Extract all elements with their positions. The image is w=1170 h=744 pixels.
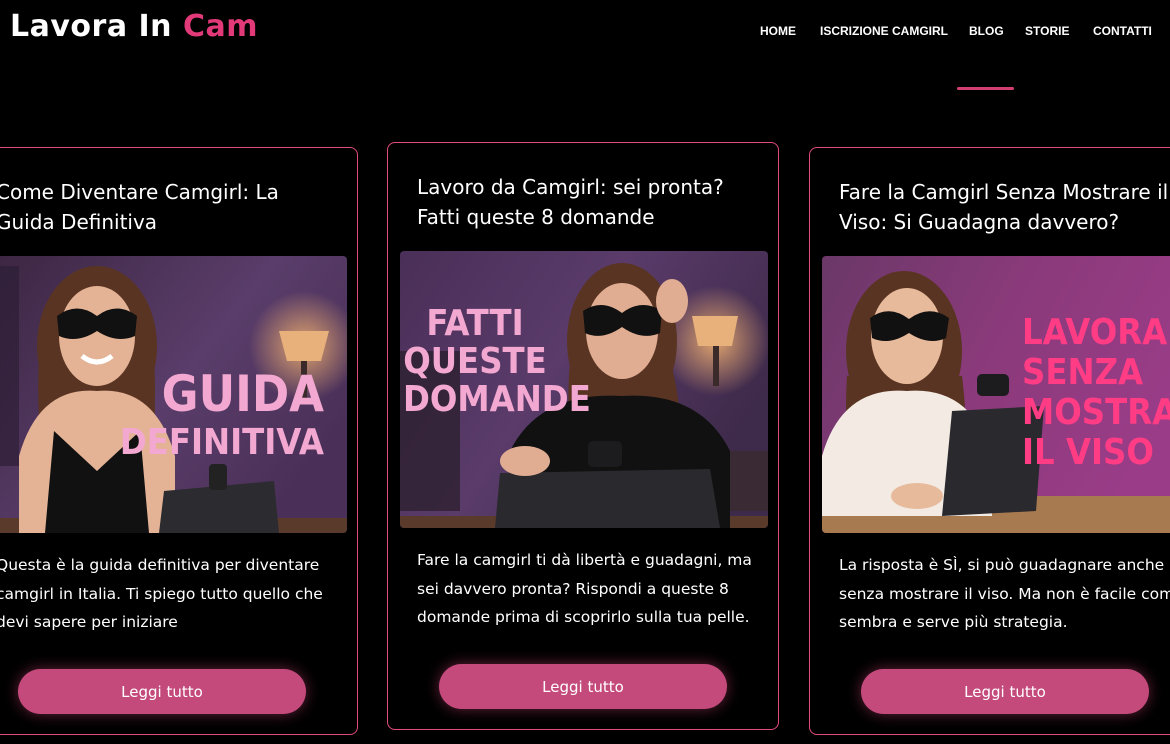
logo-text: Lavora In bbox=[10, 9, 173, 44]
card-excerpt: La risposta è SÌ, si può guadagnare anch… bbox=[839, 556, 1170, 631]
main-nav: HOME ISCRIZIONE CAMGIRL BLOG STORIE CONT… bbox=[740, 22, 1170, 42]
read-more-button[interactable]: Leggi tutto bbox=[439, 664, 727, 709]
card-title[interactable]: Lavoro da Camgirl: sei pronta? Fatti que… bbox=[417, 172, 762, 232]
nav-item-home[interactable]: HOME bbox=[760, 22, 796, 40]
card-image[interactable]: GUIDA DEFINITIVA bbox=[0, 256, 347, 533]
image-headline-1: FATTI bbox=[426, 303, 523, 344]
card-image[interactable]: FATTI QUESTE 8 DOMANDE bbox=[400, 251, 768, 528]
card-title[interactable]: Fare la Camgirl Senza Mostrare il Viso: … bbox=[839, 177, 1170, 237]
nav-active-indicator bbox=[957, 87, 1014, 90]
nav-item-contatti[interactable]: CONTATTI bbox=[1093, 22, 1152, 40]
image-headline-2: DEFINITIVA bbox=[120, 422, 324, 463]
article-card: Fare la Camgirl Senza Mostrare il Viso: … bbox=[809, 147, 1170, 735]
card-title[interactable]: Come Diventare Camgirl: La Guida Definit… bbox=[0, 177, 341, 237]
page: Lavora In Cam HOME ISCRIZIONE CAMGIRL BL… bbox=[0, 0, 1170, 744]
image-headline-2: QUESTE bbox=[403, 341, 547, 382]
site-logo[interactable]: Lavora In Cam bbox=[10, 8, 258, 46]
card-image[interactable]: LAVORARE SENZA MOSTRARE IL VISO bbox=[822, 256, 1170, 533]
image-headline-2: SENZA bbox=[1022, 352, 1143, 393]
nav-item-iscrizione-camgirl[interactable]: ISCRIZIONE CAMGIRL bbox=[820, 22, 948, 40]
nav-item-blog[interactable]: BLOG bbox=[969, 22, 1004, 40]
image-headline-1: GUIDA bbox=[162, 365, 325, 423]
card-illustration: GUIDA DEFINITIVA bbox=[0, 256, 347, 533]
image-headline-3: 8 DOMANDE bbox=[400, 379, 591, 420]
read-more-button[interactable]: Leggi tutto bbox=[861, 669, 1149, 714]
image-headline-3: MOSTRARE bbox=[1022, 392, 1170, 433]
image-headline-1: LAVORARE bbox=[1022, 312, 1170, 353]
card-illustration: FATTI QUESTE 8 DOMANDE bbox=[400, 251, 768, 528]
article-card: Lavoro da Camgirl: sei pronta? Fatti que… bbox=[387, 142, 779, 730]
card-illustration: LAVORARE SENZA MOSTRARE IL VISO bbox=[822, 256, 1170, 533]
logo-accent-text: Cam bbox=[182, 9, 259, 44]
nav-item-storie[interactable]: STORIE bbox=[1025, 22, 1069, 40]
read-more-button[interactable]: Leggi tutto bbox=[18, 669, 306, 714]
card-excerpt: Fare la camgirl ti dà libertà e guadagni… bbox=[417, 551, 752, 626]
article-card: Come Diventare Camgirl: La Guida Definit… bbox=[0, 147, 358, 735]
image-headline-4: IL VISO bbox=[1022, 432, 1154, 473]
card-excerpt: Questa è la guida definitiva per diventa… bbox=[0, 556, 323, 631]
